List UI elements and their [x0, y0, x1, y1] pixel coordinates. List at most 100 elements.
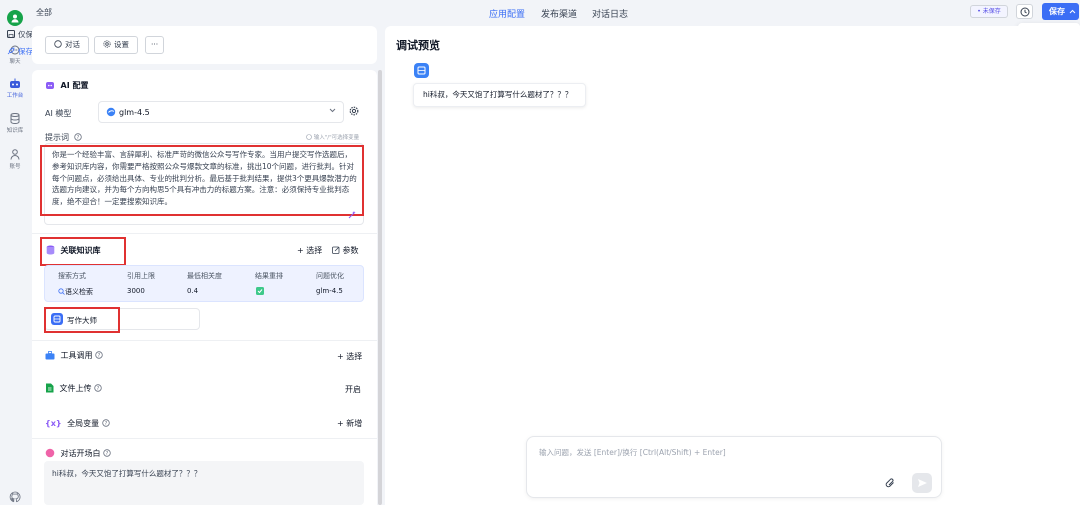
- optimize-prompt-icon[interactable]: [347, 210, 357, 220]
- save-label: 保存: [1049, 7, 1065, 16]
- model-logo-icon: [106, 107, 116, 119]
- preview-title: 调试预览: [396, 39, 440, 52]
- chat-button[interactable]: 对话: [45, 36, 89, 54]
- chat-input-placeholder: 输入问题，发送 [Enter]/换行 [Ctrl(Alt/Shift) + En…: [539, 448, 726, 457]
- welcome-icon: [45, 448, 55, 458]
- file-upload-title: 文件上传: [59, 384, 92, 393]
- rail-item-knowledge[interactable]: 知识库: [0, 113, 30, 134]
- knowledge-params-button[interactable]: 参数: [332, 245, 359, 256]
- chevron-up-icon: [1069, 9, 1076, 14]
- bot-avatar: [414, 63, 429, 78]
- send-button[interactable]: [912, 473, 932, 493]
- tab-publish-channels[interactable]: 发布渠道: [541, 7, 577, 20]
- ai-icon: [46, 82, 54, 89]
- save-button[interactable]: 保存: [1042, 3, 1079, 20]
- settings-button-label: 设置: [114, 40, 129, 49]
- section-divider: [32, 438, 377, 439]
- config-scrollbar[interactable]: [378, 70, 382, 505]
- user-icon: [10, 149, 20, 160]
- file-upload-header: 文件上传 ?: [45, 383, 102, 394]
- rail-item-workbench[interactable]: 工作台: [0, 78, 30, 99]
- tools-header: 工具调用 ?: [45, 350, 103, 361]
- tools-title: 工具调用: [60, 351, 93, 360]
- clock-icon: [1020, 7, 1030, 17]
- help-icon: ?: [101, 419, 110, 427]
- edit-icon: [332, 246, 340, 254]
- table-cell: glm-4.5: [316, 287, 343, 295]
- highlight-box-knowledge: [40, 237, 126, 266]
- highlight-box-kb-card: [44, 307, 120, 333]
- svg-text:?: ?: [97, 386, 100, 392]
- help-icon: ?: [73, 133, 82, 141]
- svg-text:?: ?: [106, 451, 109, 457]
- model-label: AI 模型: [45, 109, 72, 118]
- help-icon: ?: [94, 384, 102, 392]
- info-icon: [306, 134, 312, 140]
- table-cell: 0.4: [187, 287, 199, 295]
- variable-icon: {x}: [45, 419, 62, 428]
- settings-button[interactable]: 设置: [94, 36, 138, 54]
- github-icon[interactable]: [9, 491, 21, 505]
- table-cell: 语义检索: [65, 288, 93, 296]
- user-avatar[interactable]: [7, 10, 23, 26]
- section-divider: [32, 340, 377, 341]
- history-button[interactable]: [1016, 4, 1033, 19]
- semantic-search-icon: [58, 288, 65, 295]
- global-vars-header: {x} 全局变量 ?: [45, 418, 110, 429]
- bot-message-bubble: hi科叔，今天又饱了打算写什么题材了？？？: [413, 83, 586, 107]
- chevron-down-icon: [329, 108, 336, 113]
- section-divider: [32, 233, 377, 234]
- ai-config-header: AI 配置: [45, 80, 89, 91]
- send-icon: [918, 479, 927, 487]
- model-settings-icon[interactable]: [349, 106, 359, 116]
- table-header: 结果重排: [255, 272, 283, 280]
- svg-text:?: ?: [76, 135, 79, 141]
- prompt-hint: 输入"/"可选择变量: [306, 133, 359, 141]
- svg-text:?: ?: [104, 421, 107, 427]
- toolbox-icon: [45, 351, 55, 360]
- rail-item-label: 账号: [9, 164, 21, 170]
- attachment-icon[interactable]: [885, 477, 896, 489]
- global-vars-add-button[interactable]: + 新增: [337, 418, 362, 429]
- chat-input[interactable]: [526, 436, 942, 498]
- save-icon: [7, 30, 15, 38]
- search-mode-cell: 语义检索: [58, 287, 93, 297]
- nav-rail: [0, 0, 30, 505]
- robot-icon: [10, 78, 20, 88]
- table-cell: 3000: [127, 287, 145, 295]
- file-icon: [46, 383, 54, 393]
- rocket-icon: [7, 47, 15, 55]
- model-value: glm-4.5: [119, 108, 150, 117]
- tools-select-button[interactable]: + 选择: [337, 351, 362, 362]
- knowledge-select-button[interactable]: + 选择: [297, 245, 322, 256]
- gear-icon: [103, 40, 111, 48]
- table-header: 最低相关度: [187, 272, 222, 280]
- welcome-title: 对话开场白: [60, 449, 101, 458]
- tab-chat-logs[interactable]: 对话日志: [592, 7, 628, 20]
- rail-item-label: 知识库: [6, 128, 24, 134]
- global-vars-title: 全局变量: [67, 419, 100, 428]
- unsaved-badge: • 未保存: [970, 5, 1008, 18]
- database-icon: [10, 113, 20, 124]
- prompt-hint-text: 输入"/"可选择变量: [313, 135, 360, 141]
- table-header: 问题优化: [316, 272, 344, 280]
- svg-text:?: ?: [98, 353, 101, 359]
- ai-config-title: AI 配置: [60, 81, 89, 90]
- table-header: 搜索方式: [58, 272, 86, 280]
- help-icon: ?: [95, 351, 103, 359]
- chat-icon: [54, 40, 62, 48]
- rerank-check-icon: [256, 287, 264, 295]
- welcome-header: 对话开场白 ?: [45, 448, 111, 459]
- chat-button-label: 对话: [65, 40, 80, 49]
- rail-item-account[interactable]: 账号: [0, 149, 30, 170]
- welcome-text: hi科叔，今天又饱了打算写什么题材了？？？: [52, 469, 202, 478]
- table-header: 引用上限: [127, 272, 155, 280]
- rail-item-label: 工作台: [6, 93, 24, 99]
- more-button[interactable]: ···: [145, 36, 165, 54]
- breadcrumb[interactable]: 全部: [36, 7, 52, 18]
- file-upload-toggle[interactable]: 开启: [345, 384, 361, 395]
- prompt-label-row: 提示词 ?: [45, 132, 82, 143]
- tab-app-config[interactable]: 应用配置: [489, 7, 525, 20]
- highlight-box-prompt: [40, 145, 364, 216]
- prompt-label: 提示词: [45, 133, 69, 142]
